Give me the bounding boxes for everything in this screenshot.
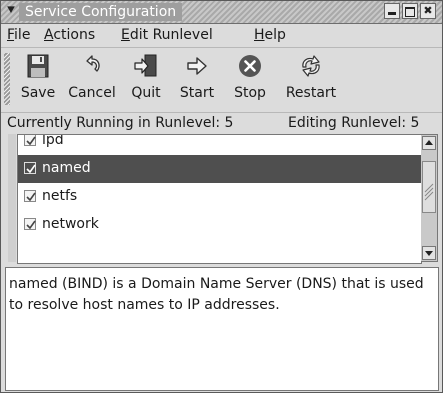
service-checkbox[interactable] (24, 218, 36, 230)
undo-arrow-icon (86, 55, 100, 72)
menu-file[interactable]: File (7, 27, 30, 44)
title-bar[interactable]: ⯆ Service Configuration ✖ (1, 1, 442, 24)
checkmark-icon (26, 192, 36, 202)
checkmark-icon (26, 136, 36, 146)
list-item[interactable]: netfs (18, 183, 421, 211)
start-button[interactable]: Start (173, 52, 221, 108)
list-item[interactable]: network (18, 211, 421, 239)
toolbar-grip[interactable] (4, 53, 10, 105)
stop-x-icon (239, 55, 261, 77)
minimize-icon (388, 12, 396, 15)
stop-button[interactable]: Stop (227, 52, 273, 108)
save-button[interactable]: Save (15, 52, 61, 108)
services-list[interactable]: lpd named netfs network (17, 134, 422, 264)
window-title: Service Configuration (25, 4, 177, 20)
cancel-button[interactable]: Cancel (61, 52, 123, 108)
title-area: Service Configuration (19, 3, 183, 21)
service-description: named (BIND) is a Domain Name Server (DN… (9, 276, 424, 313)
list-item[interactable]: lpd (18, 134, 421, 155)
toolbar: Save Cancel Quit Start Stop Restart (1, 48, 442, 113)
scroll-up-button[interactable] (422, 136, 436, 150)
scroll-thumb[interactable] (422, 161, 436, 213)
thumb-grip-icon (424, 183, 434, 201)
menu-actions[interactable]: Actions (44, 27, 95, 44)
quit-button[interactable]: Quit (124, 52, 168, 108)
service-configuration-window: ⯆ Service Configuration ✖ File Actions E… (0, 0, 443, 393)
service-name: network (42, 216, 99, 232)
service-checkbox[interactable] (24, 190, 36, 202)
list-scrollbar[interactable] (421, 134, 438, 262)
restart-button[interactable]: Restart (280, 52, 342, 108)
list-item-selected[interactable]: named (18, 155, 421, 183)
checkmark-icon (26, 220, 36, 230)
service-name: named (42, 160, 91, 176)
cancel-label: Cancel (68, 85, 116, 101)
service-checkbox[interactable] (24, 162, 36, 174)
close-icon: ✖ (423, 4, 433, 17)
menu-help[interactable]: Help (254, 27, 286, 44)
maximize-icon (405, 7, 415, 17)
service-name: lpd (42, 134, 64, 148)
window-menu-icon[interactable]: ⯆ (3, 3, 19, 19)
menu-bar: File Actions Edit Runlevel Help (1, 24, 442, 48)
checkmark-icon (26, 164, 36, 174)
restart-label: Restart (285, 85, 337, 101)
runlevel-status: Currently Running in Runlevel: 5 Editing… (1, 113, 442, 133)
list-left-gutter (8, 134, 16, 262)
close-button[interactable]: ✖ (420, 3, 436, 19)
maximize-button[interactable] (402, 3, 418, 19)
save-label: Save (20, 85, 56, 101)
floppy-disk-icon (27, 54, 49, 78)
start-label: Start (179, 85, 215, 101)
restart-arrows-icon (302, 55, 320, 77)
down-arrow-icon (425, 251, 433, 256)
minimize-button[interactable] (384, 3, 400, 19)
stop-label: Stop (234, 85, 266, 101)
quit-label: Quit (131, 85, 161, 101)
exit-door-icon (134, 54, 157, 77)
up-arrow-icon (425, 140, 433, 145)
menu-edit-runlevel[interactable]: Edit Runlevel (121, 27, 213, 44)
current-runlevel-text: Currently Running in Runlevel: 5 (7, 115, 234, 131)
right-arrow-icon (187, 57, 207, 75)
scroll-down-button[interactable] (422, 246, 436, 260)
service-name: netfs (42, 188, 78, 204)
editing-runlevel-text: Editing Runlevel: 5 (288, 115, 420, 131)
service-description-pane: named (BIND) is a Domain Name Server (DN… (5, 267, 439, 391)
service-checkbox[interactable] (24, 135, 36, 146)
